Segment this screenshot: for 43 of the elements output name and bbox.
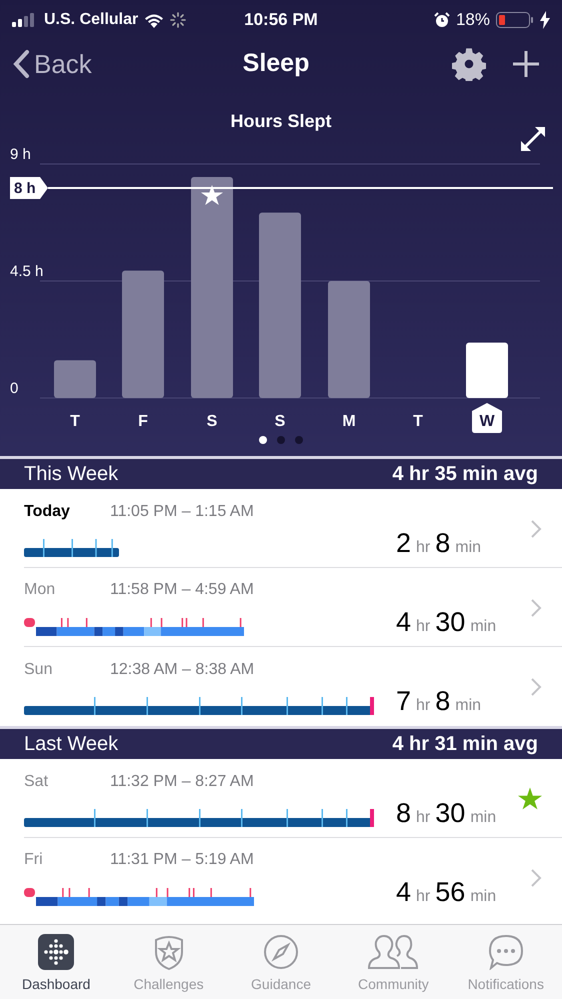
clock-time: 10:56 PM [243,9,319,32]
duration-value: 8 [435,685,450,718]
section-average: 4 hr 35 min avg [392,462,538,487]
duration-unit: hr [416,808,430,828]
duration-unit: min [455,696,482,716]
y-axis-label: 9 h [10,146,31,163]
day-name: Sat [24,772,50,792]
duration-unit: min [455,538,482,558]
section-title: Last Week [24,732,118,757]
battery-percent: 18% [456,9,490,32]
carrier-name: U.S. Cellular [44,10,138,30]
duration-unit: min [470,887,496,908]
time-range: 11:58 PM – 4:59 AM [110,580,254,600]
duration-value: 8 [396,797,412,830]
chart-title: Hours Slept [230,110,332,133]
duration-value: 30 [435,797,466,830]
day-name: Fri [24,850,44,870]
time-range: 11:32 PM – 8:27 AM [110,772,254,792]
duration-unit: min [470,617,496,638]
section-title: This Week [24,462,118,487]
section-average: 4 hr 31 min avg [392,732,538,757]
duration-value: 4 [396,876,412,910]
day-name: Mon [24,580,56,600]
duration-unit: hr [416,696,430,716]
y-axis-label: 4.5 h [10,263,44,280]
duration-value: 2 [396,527,412,560]
day-name: Sun [24,660,54,680]
duration-value: 7 [396,685,412,718]
duration-value: 4 [396,606,412,640]
time-range: 11:05 PM – 1:15 AM [110,502,254,522]
duration-value: 56 [435,876,466,910]
duration-unit: hr [416,538,430,558]
goal-label: 8 h [14,180,36,197]
day-name: Today [24,502,71,522]
duration-value: 30 [435,606,466,640]
duration-unit: hr [416,617,430,638]
time-range: 11:31 PM – 5:19 AM [110,850,254,870]
y-axis-label: 0 [10,380,18,397]
time-range: 12:38 AM – 8:38 AM [110,660,254,680]
duration-unit: min [470,808,496,828]
screen-title: Sleep [242,48,310,80]
duration-unit: hr [416,887,430,908]
duration-value: 8 [435,527,450,560]
